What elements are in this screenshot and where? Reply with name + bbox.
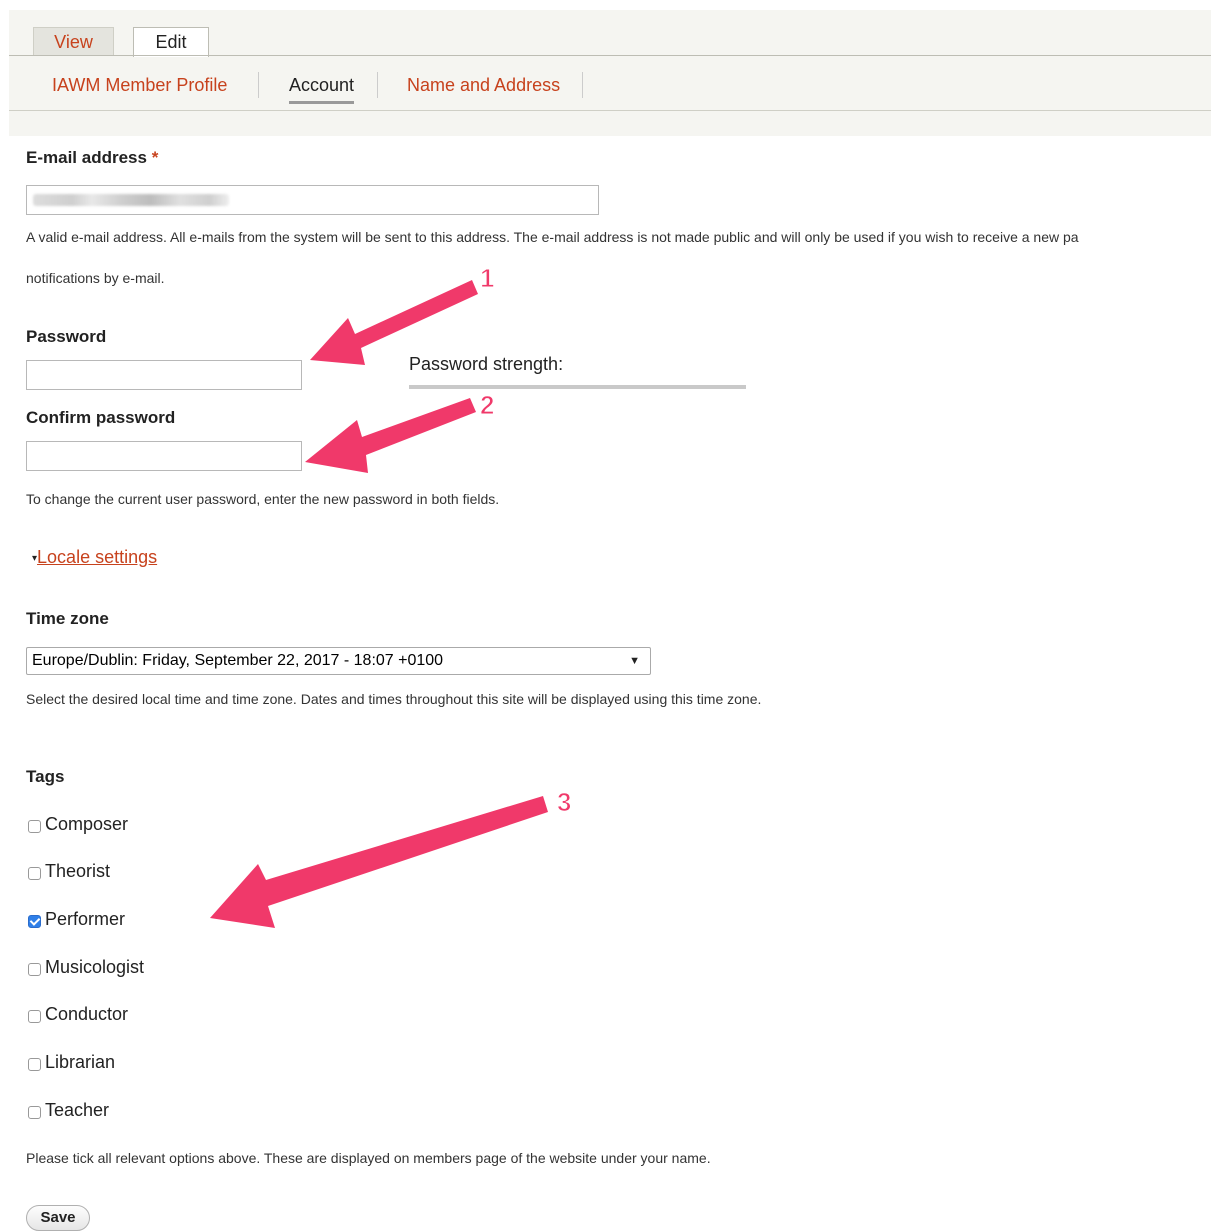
tag-checkbox[interactable] — [28, 963, 41, 976]
tag-option-label: Performer — [45, 909, 126, 929]
password-field[interactable] — [26, 360, 302, 390]
subtab-separator — [377, 72, 378, 98]
tag-option-conductor[interactable]: Conductor — [28, 1004, 128, 1025]
tag-checkbox[interactable] — [28, 1010, 41, 1023]
dropdown-arrow-icon: ▼ — [629, 655, 640, 667]
password-strength-label: Password strength: — [409, 354, 564, 374]
confirm-password-field[interactable] — [26, 441, 302, 471]
tag-checkbox[interactable] — [28, 867, 41, 880]
locale-settings-toggle[interactable]: ▾Locale settings — [32, 547, 157, 568]
confirm-password-label: Confirm password — [26, 408, 176, 427]
locale-settings-link[interactable]: Locale settings — [37, 547, 157, 567]
required-marker: * — [151, 148, 159, 167]
email-value-redacted — [33, 194, 229, 206]
subtab-separator — [582, 72, 583, 98]
tag-option-theorist[interactable]: Theorist — [28, 861, 110, 882]
subtab-account[interactable]: Account — [289, 70, 355, 104]
tag-option-label: Conductor — [45, 1004, 129, 1024]
timezone-label: Time zone — [26, 609, 109, 628]
email-description: A valid e-mail address. All e-mails from… — [26, 229, 1079, 245]
tag-option-teacher[interactable]: Teacher — [28, 1100, 109, 1121]
tab-view[interactable]: View — [33, 27, 114, 55]
tag-checkbox[interactable] — [28, 820, 41, 833]
tag-option-label: Composer — [45, 814, 129, 834]
tag-option-composer[interactable]: Composer — [28, 814, 128, 835]
tag-option-label: Teacher — [45, 1100, 110, 1120]
password-description: To change the current user password, ent… — [26, 491, 500, 507]
tags-label: Tags — [26, 767, 65, 786]
email-label: E-mail address * — [26, 148, 158, 168]
annotation-arrow-3: 3 — [210, 787, 572, 928]
annotation-label-3: 3 — [557, 787, 571, 817]
tag-option-musicologist[interactable]: Musicologist — [28, 957, 144, 978]
email-label-text: E-mail address — [26, 148, 147, 167]
subtab-separator — [258, 72, 259, 98]
annotation-arrow-1: 1 — [310, 263, 495, 365]
password-strength-bar — [409, 385, 746, 389]
tags-description: Please tick all relevant options above. … — [26, 1150, 711, 1166]
active-subtab-underline — [289, 101, 355, 104]
subtab-iawm-member-profile[interactable]: IAWM Member Profile — [52, 70, 227, 100]
tag-option-label: Musicologist — [45, 957, 145, 977]
tag-option-label: Theorist — [45, 861, 111, 881]
subtab-name-and-address[interactable]: Name and Address — [407, 70, 560, 100]
annotation-arrow-2: 2 — [305, 390, 495, 473]
email-description-continued: notifications by e-mail. — [26, 270, 165, 286]
annotation-label-2: 2 — [480, 390, 494, 420]
tab-bar: View Edit IAWM Member Profile Account Na… — [9, 10, 1211, 136]
annotation-label-1: 1 — [480, 263, 494, 293]
timezone-selected-value: Europe/Dublin: Friday, September 22, 201… — [32, 652, 444, 669]
tag-checkbox[interactable] — [28, 1058, 41, 1071]
tag-option-label: Librarian — [45, 1052, 116, 1072]
password-label: Password — [26, 327, 107, 346]
subtab-account-label: Account — [289, 75, 355, 95]
tab-edit[interactable]: Edit — [133, 27, 209, 57]
email-field[interactable] — [26, 185, 599, 215]
tag-checkbox[interactable] — [28, 1106, 41, 1119]
tag-checkbox[interactable] — [28, 915, 41, 928]
timezone-select[interactable]: Europe/Dublin: Friday, September 22, 201… — [26, 647, 651, 675]
tag-option-performer[interactable]: Performer — [28, 909, 125, 930]
tab-bar-border — [9, 110, 1211, 111]
tab-divider — [9, 55, 1211, 56]
tag-option-librarian[interactable]: Librarian — [28, 1052, 115, 1073]
save-button[interactable]: Save — [26, 1205, 90, 1231]
timezone-description: Select the desired local time and time z… — [26, 691, 762, 707]
